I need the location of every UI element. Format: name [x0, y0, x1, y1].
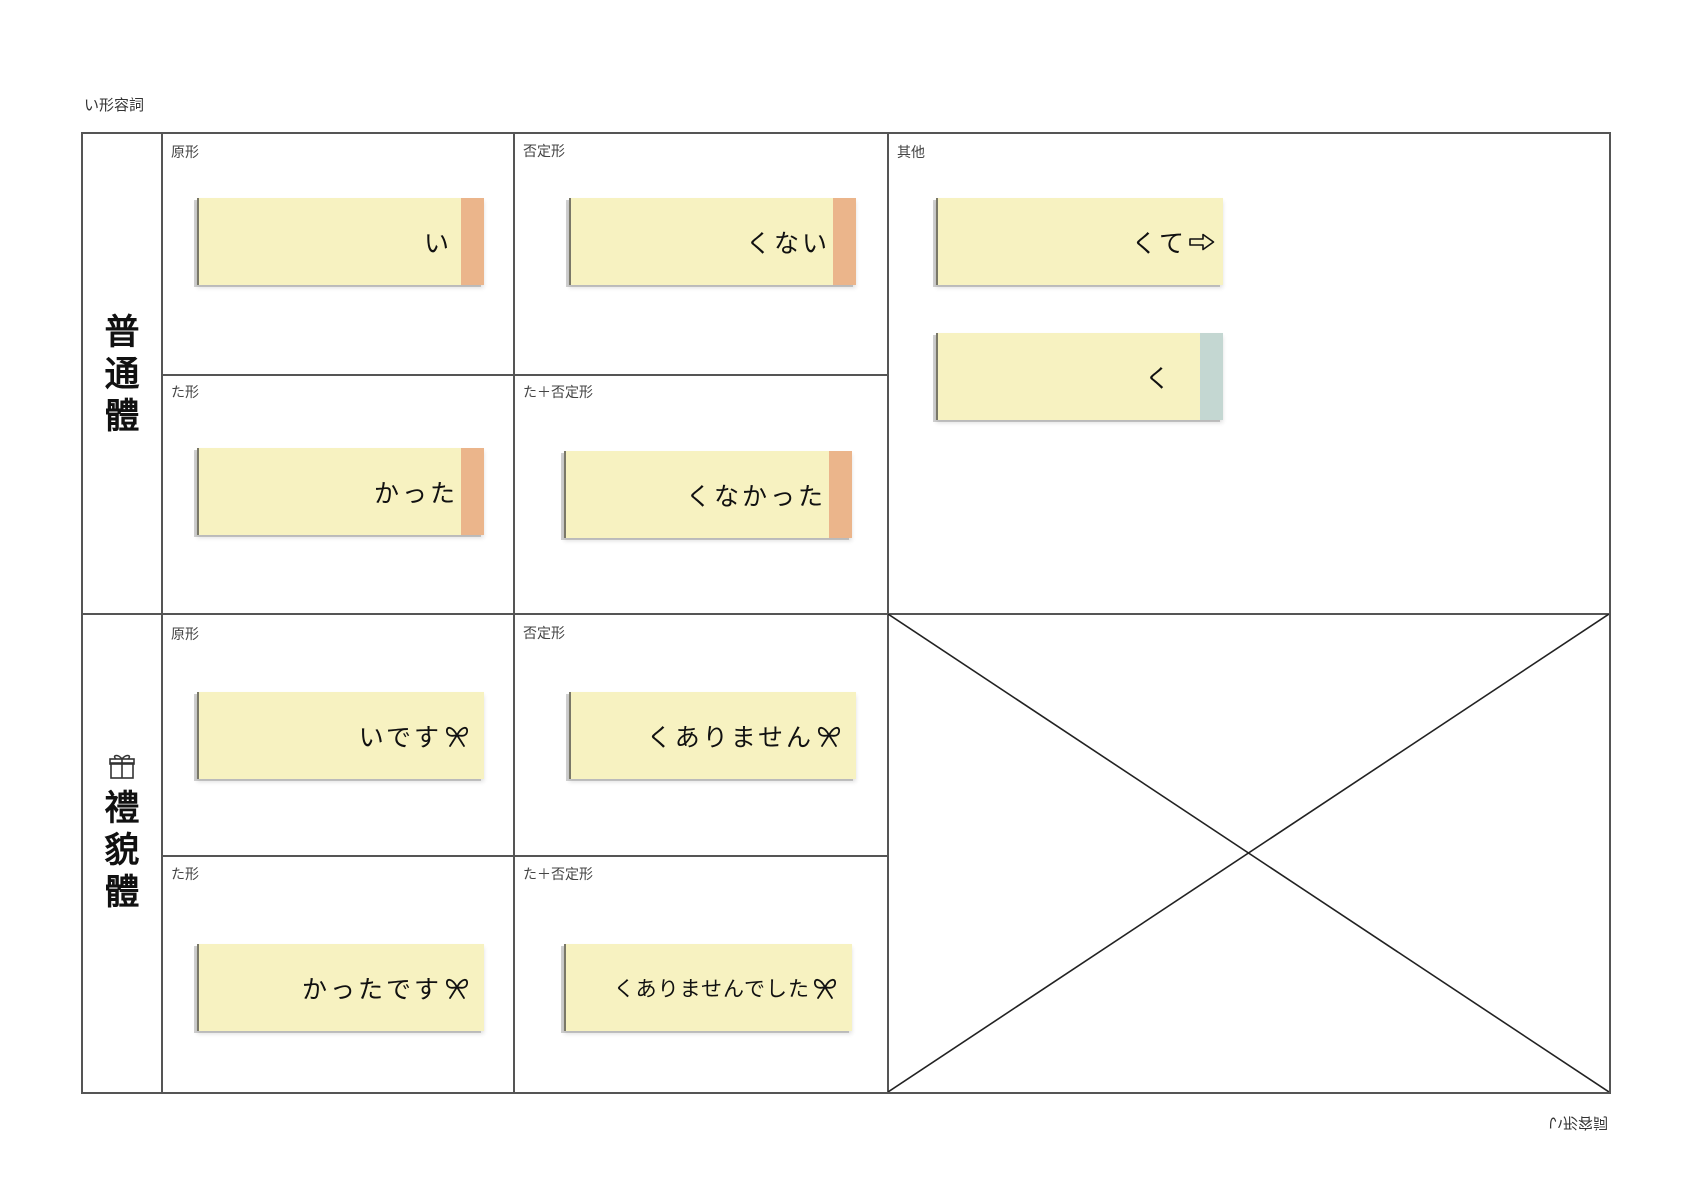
card-text-value: いです — [358, 722, 442, 752]
card-text: くなかった — [685, 481, 826, 511]
row-label-polite: 禮貌體 — [83, 752, 161, 914]
row-label-char: 禮 — [104, 789, 140, 829]
page-title: い形容詞 — [84, 96, 145, 114]
row-label-char: 普 — [104, 313, 140, 353]
row-label-char: 通 — [104, 355, 140, 395]
card-text: かった — [373, 478, 458, 508]
card-text: くありませんでした — [614, 944, 838, 1031]
card-text-value: くありません — [646, 722, 814, 752]
row-label-char: 普通體 — [104, 312, 139, 438]
conjugation-card: いです — [197, 692, 484, 779]
right-arrow-icon — [1189, 233, 1215, 250]
conjugation-card: い — [197, 198, 484, 285]
card-tab-orange — [461, 448, 484, 535]
conjugation-card: くて — [936, 198, 1223, 285]
ribbon-bow-icon — [814, 978, 836, 999]
card-text-value: かったです — [301, 974, 442, 1004]
card-tab-orange — [461, 198, 484, 285]
cell-label-polite-negative: 否定形 — [523, 626, 565, 642]
conjugation-card: くない — [569, 198, 856, 285]
card-tab-orange — [833, 198, 856, 285]
cell-label-polite-past: た形 — [171, 867, 199, 883]
conjugation-card: くなかった — [564, 451, 852, 538]
conjugation-card: くありませんでした — [564, 944, 852, 1031]
grid-line — [161, 374, 887, 376]
footer-mirrored-title: い形容詞 — [1548, 1114, 1609, 1132]
card-text-value: くありませんでした — [613, 976, 810, 1001]
card-text: くない — [745, 228, 830, 258]
crossed-empty-cell — [888, 614, 1609, 1092]
conjugation-card: かった — [197, 448, 484, 535]
card-text: かったです — [302, 944, 470, 1031]
grid-line — [161, 855, 887, 857]
cell-label-plain-base: 原形 — [171, 145, 199, 161]
row-label-char: 禮貌體 — [104, 788, 139, 914]
card-text: いです — [359, 692, 470, 779]
ribbon-bow-icon — [446, 978, 468, 999]
cell-label-plain-past: た形 — [171, 385, 199, 401]
row-label-plain: 普通體 — [83, 312, 161, 438]
ribbon-bow-icon — [446, 726, 468, 747]
cell-label-polite-base: 原形 — [171, 627, 199, 643]
row-label-char: 貌 — [104, 831, 140, 871]
ribbon-bow-icon — [818, 726, 840, 747]
conjugation-card: くありません — [569, 692, 856, 779]
cell-label-polite-past-negative: た＋否定形 — [523, 867, 593, 883]
cell-label-plain-negative: 否定形 — [523, 144, 565, 160]
card-text-value: くて — [1131, 228, 1187, 258]
cell-label-plain-past-negative: た＋否定形 — [523, 385, 593, 401]
card-text: くありません — [647, 692, 842, 779]
card-text: い — [423, 228, 452, 258]
row-label-char: 體 — [104, 873, 140, 913]
card-tab-orange — [829, 451, 852, 538]
card-text: くて — [1132, 198, 1215, 285]
gift-icon — [109, 754, 135, 779]
row-label-char: 體 — [104, 397, 140, 437]
conjugation-card: く — [936, 333, 1223, 420]
conjugation-table: 普通體 禮貌體 原形 否定形 其他 た形 た＋否定形 原形 否定形 た形 た＋否… — [81, 132, 1611, 1094]
cell-label-other: 其他 — [897, 145, 925, 161]
conjugation-card: かったです — [197, 944, 484, 1031]
card-tab-teal — [1200, 333, 1223, 420]
card-text: く — [1144, 363, 1173, 393]
